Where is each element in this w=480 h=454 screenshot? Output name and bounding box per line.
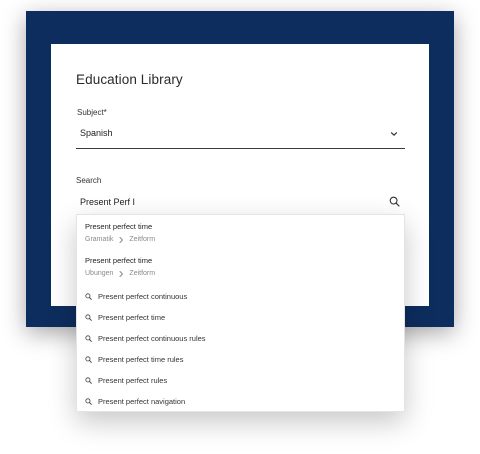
search-icon[interactable]: [389, 196, 400, 207]
search-icon: [85, 376, 92, 384]
search-icon: [85, 292, 92, 300]
suggestion-label: Present perfect time: [98, 312, 166, 322]
breadcrumb: Ubungen Zeitform: [85, 269, 385, 278]
breadcrumb: Gramatik Zeitform: [85, 235, 385, 244]
search-icon: [85, 313, 92, 321]
suggestion-item[interactable]: Present perfect time: [85, 311, 385, 323]
chevron-down-icon[interactable]: [389, 129, 399, 139]
suggestion-item[interactable]: Present perfect continuous rules: [85, 332, 385, 344]
subject-label: Subject*: [77, 108, 107, 117]
search-dropdown: Present perfect time Gramatik Zeitform P…: [76, 214, 405, 412]
suggestion-label: Present perfect time rules: [98, 354, 184, 364]
search-label: Search: [76, 176, 102, 185]
breadcrumb-item: Ubungen: [85, 270, 114, 277]
search-icon: [85, 397, 92, 405]
suggestion-label: Present perfect navigation: [98, 396, 186, 406]
suggestion-item[interactable]: Present perfect rules: [85, 374, 385, 386]
search-result-item[interactable]: Present perfect time Ubungen Zeitform: [85, 256, 385, 278]
breadcrumb-item: Gramatik: [85, 236, 114, 243]
suggestion-item[interactable]: Present perfect continuous: [85, 290, 385, 302]
page-title: Education Library: [76, 72, 183, 87]
breadcrumb-item: Zeitform: [129, 270, 156, 277]
suggestion-label: Present perfect continuous: [98, 291, 188, 301]
search-input[interactable]: [76, 191, 405, 213]
subject-select-value[interactable]: Spanish: [80, 128, 113, 138]
suggestion-label: Present perfect rules: [98, 375, 168, 385]
chevron-right-icon: [119, 270, 124, 277]
result-title: Present perfect time: [85, 222, 153, 231]
search-result-item[interactable]: Present perfect time Gramatik Zeitform: [85, 222, 385, 244]
suggestion-item[interactable]: Present perfect time rules: [85, 353, 385, 365]
suggestion-item[interactable]: Present perfect navigation: [85, 395, 385, 407]
subject-select-underline: [76, 148, 405, 150]
result-title: Present perfect time: [85, 256, 153, 265]
search-icon: [85, 334, 92, 342]
chevron-right-icon: [119, 236, 124, 243]
breadcrumb-item: Zeitform: [129, 236, 156, 243]
search-icon: [85, 355, 92, 363]
suggestion-label: Present perfect continuous rules: [98, 333, 206, 343]
